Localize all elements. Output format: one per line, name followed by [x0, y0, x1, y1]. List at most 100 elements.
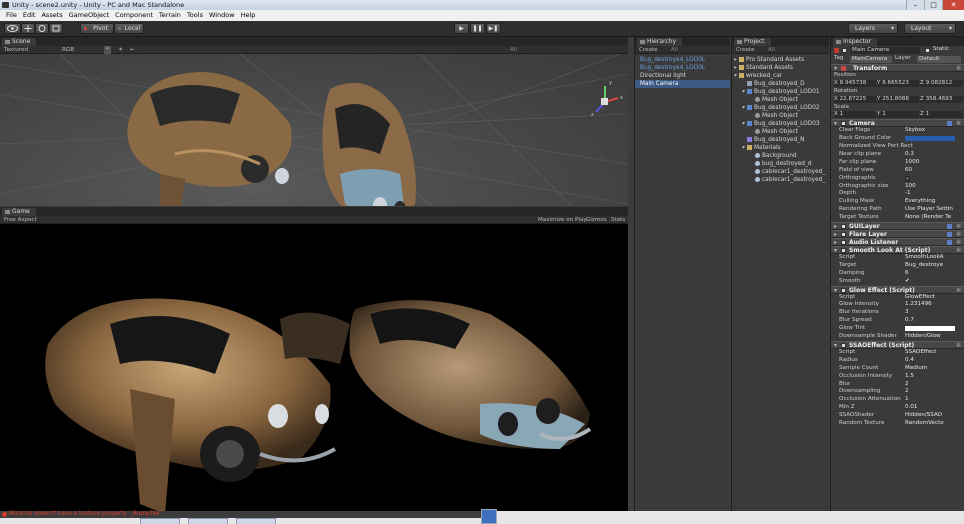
menu-component[interactable]: Component	[112, 10, 156, 21]
position-x-field[interactable]: X 8.945738	[834, 79, 876, 87]
property-value[interactable]: None (Render Te	[905, 214, 951, 222]
hierarchy-item[interactable]: Bug_destroyed_LOD0L	[635, 64, 730, 72]
audiolistener-enabled-checkbox[interactable]	[841, 240, 846, 246]
close-button[interactable]: ✕	[942, 0, 964, 10]
hierarchy-item[interactable]: Main Camera	[635, 80, 730, 88]
project-item[interactable]: ▾ wrecked_car	[732, 72, 829, 80]
scale-y-field[interactable]: Y 1	[877, 111, 919, 119]
property-value[interactable]: RandomVecto	[905, 420, 944, 428]
property-value[interactable]: Skybox	[905, 127, 925, 135]
property-value[interactable]: 2	[905, 381, 909, 389]
tab-scene[interactable]: Scene	[2, 38, 37, 46]
menu-window[interactable]: Window	[206, 10, 238, 21]
unity-taskbar-icon[interactable]	[481, 509, 497, 524]
property-value[interactable]: Hidden/SSAO	[905, 412, 942, 420]
menu-help[interactable]: Help	[238, 10, 259, 21]
game-viewport[interactable]	[0, 224, 628, 511]
layers-dropdown[interactable]: Layers ▾	[848, 23, 898, 34]
tab-project[interactable]: Project	[734, 38, 771, 46]
guilayer-enabled-checkbox[interactable]	[841, 224, 846, 230]
menu-terrain[interactable]: Terrain	[156, 10, 184, 21]
gear-icon[interactable]: ✲	[956, 223, 961, 230]
property-value[interactable]: 0.3	[905, 151, 914, 159]
hierarchy-search-input[interactable]: All	[671, 46, 678, 54]
object-name-field[interactable]: Main Camera	[850, 47, 920, 54]
project-create-dropdown[interactable]: Create	[736, 47, 755, 53]
property-value[interactable]: 1	[905, 396, 909, 404]
help-book-icon[interactable]	[947, 121, 952, 127]
glow-enabled-checkbox[interactable]	[841, 287, 846, 293]
property-value[interactable]: 3	[905, 309, 909, 317]
scale-tool-button[interactable]	[49, 23, 63, 34]
ssao-enabled-checkbox[interactable]	[841, 342, 846, 348]
taskbar-button[interactable]	[140, 518, 180, 524]
taskbar-button[interactable]	[236, 518, 276, 524]
property-value[interactable]: 60	[905, 167, 912, 175]
property-value[interactable]: Bug_destroye	[905, 262, 943, 270]
camera-header[interactable]: ▾ Camera ✲	[831, 119, 964, 128]
project-item[interactable]: ▾ Bug_destroyed_LOD02	[732, 104, 829, 112]
property-value[interactable]: 0.01	[905, 404, 917, 412]
property-value[interactable]: 2	[905, 388, 909, 396]
project-item[interactable]: ▸ Pro Standard Assets	[732, 56, 829, 64]
project-item[interactable]: Bug_destroyed_N	[732, 136, 829, 144]
smoothlook-header[interactable]: ▾ Smooth Look At (Script) ✲	[831, 246, 964, 255]
maximize-button[interactable]: □	[924, 0, 942, 10]
gear-icon[interactable]: ✲	[956, 239, 961, 246]
property-value[interactable]: 1.5	[905, 373, 914, 381]
project-item[interactable]: ▾ Materials	[732, 144, 829, 152]
layout-dropdown[interactable]: Layout ▾	[904, 23, 956, 34]
tab-inspector[interactable]: Inspector	[833, 38, 877, 46]
guilayer-header[interactable]: ▸ GUILayer ✲	[831, 222, 964, 231]
render-mode-dropdown[interactable]: Textured	[4, 47, 28, 53]
property-value[interactable]: 6	[905, 270, 909, 278]
property-value[interactable]: Use Player Settin	[905, 206, 953, 214]
scene-orientation-gizmo[interactable]: y x z	[591, 80, 623, 118]
flarelayer-header[interactable]: ▸ Flare Layer ✲	[831, 230, 964, 239]
project-item[interactable]: Bug_destroyed_D	[732, 80, 829, 88]
scene-lighting-toggle[interactable]: *	[104, 46, 111, 54]
project-search-input[interactable]: All	[768, 46, 775, 54]
static-checkbox[interactable]	[925, 48, 930, 53]
glow-header[interactable]: ▾ Glow Effect (Script) ✲	[831, 285, 964, 294]
gear-icon[interactable]: ✲	[956, 247, 961, 254]
scene-search-input[interactable]: All	[510, 46, 517, 54]
project-item[interactable]: ▾ Bug_destroyed_LOD01	[732, 88, 829, 96]
property-value[interactable]: SSAOEffect	[905, 349, 936, 357]
tab-game[interactable]: Game	[2, 208, 36, 216]
menu-assets[interactable]: Assets	[38, 10, 65, 21]
project-item[interactable]: cablecar1_destroyed_	[732, 168, 829, 176]
property-value[interactable]: GlowEffect	[905, 294, 935, 302]
project-item[interactable]: Mesh Object	[732, 128, 829, 136]
color-mode-dropdown[interactable]: RGB	[62, 46, 74, 54]
taskbar-button[interactable]	[188, 518, 228, 524]
gear-icon[interactable]: ✲	[956, 287, 961, 294]
property-value[interactable]: -1	[905, 190, 911, 198]
menu-tools[interactable]: Tools	[184, 10, 206, 21]
tag-dropdown[interactable]: MainCamera	[850, 56, 892, 63]
menu-gameobject[interactable]: GameObject	[66, 10, 113, 21]
move-tool-button[interactable]	[21, 23, 35, 34]
camera-enabled-checkbox[interactable]	[841, 121, 846, 127]
property-value[interactable]: Hidden/Glow	[905, 333, 941, 341]
property-value[interactable]: 0.4	[905, 357, 914, 365]
property-value[interactable]: Medium	[905, 365, 927, 373]
local-toggle-button[interactable]: Local	[114, 23, 144, 34]
project-item[interactable]: Background	[732, 152, 829, 160]
orthographic-checkbox[interactable]	[905, 175, 910, 181]
property-value[interactable]: 100	[905, 183, 916, 191]
maximize-on-play-toggle[interactable]: Maximize on Play	[538, 216, 587, 224]
glow-tint-swatch[interactable]	[905, 326, 955, 332]
pivot-toggle-button[interactable]: Pivot	[80, 23, 114, 34]
step-button[interactable]: ▶❚	[486, 23, 501, 34]
property-value[interactable]: ✔	[905, 278, 910, 286]
stats-toggle[interactable]: Stats	[611, 216, 625, 224]
background-color-swatch[interactable]	[905, 136, 955, 142]
audiolistener-header[interactable]: ▸ Audio Listener ✲	[831, 238, 964, 247]
project-item[interactable]: Mesh Object	[732, 96, 829, 104]
position-z-field[interactable]: Z 9.082812	[920, 79, 963, 87]
ssao-header[interactable]: ▾ SSAOEffect (Script) ✲	[831, 340, 964, 349]
gear-icon[interactable]: ✲	[956, 231, 961, 238]
gear-icon[interactable]: ✲	[956, 342, 961, 349]
rotation-z-field[interactable]: Z 358.4693	[920, 95, 963, 103]
